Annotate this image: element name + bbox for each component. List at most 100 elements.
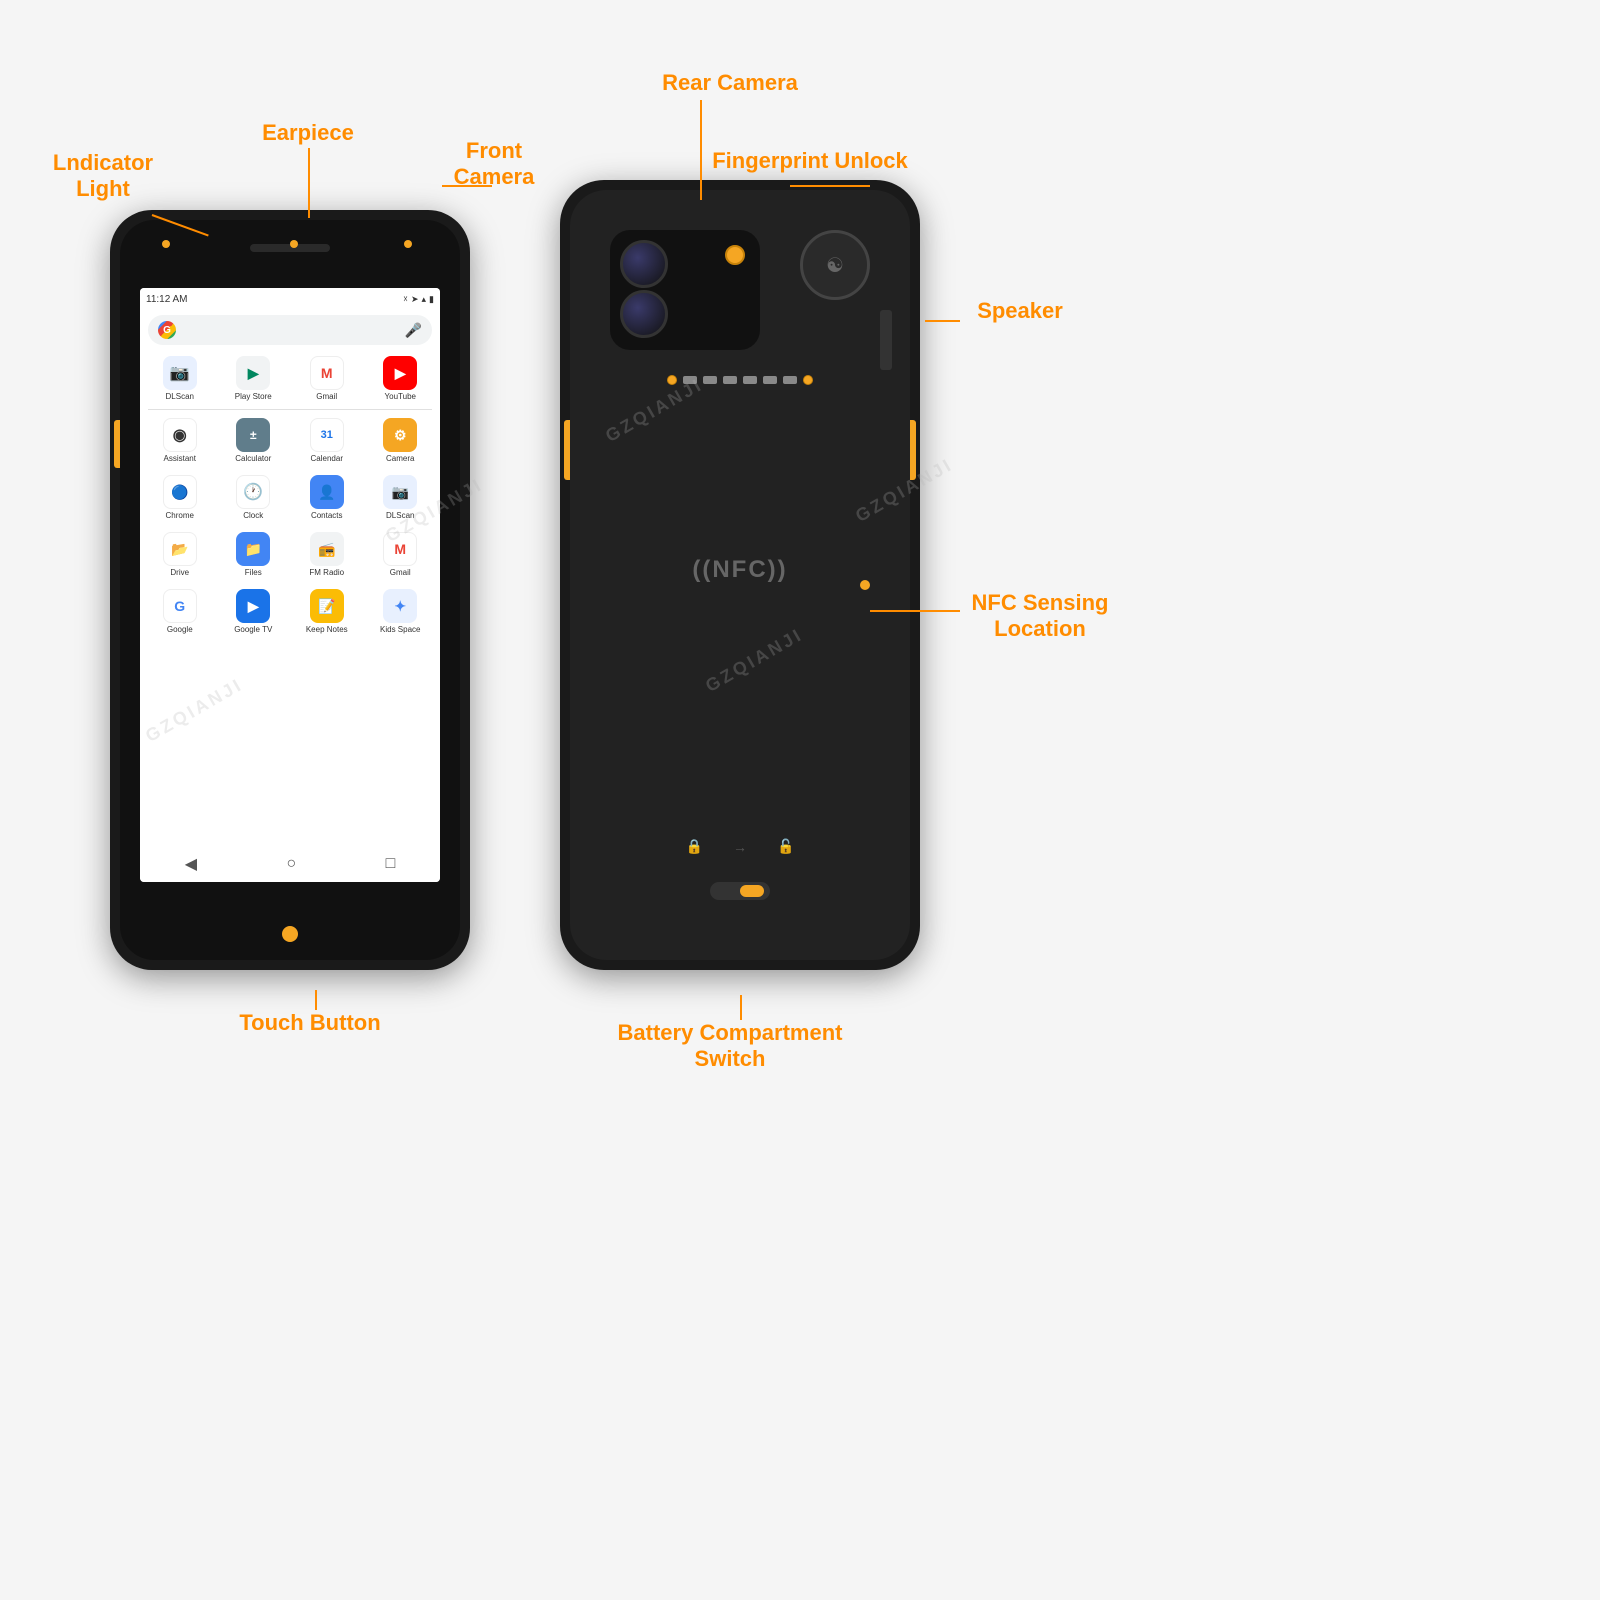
app-calendar[interactable]: 31 Calendar bbox=[291, 414, 363, 467]
speaker-grille bbox=[880, 310, 892, 370]
app-row-2: ◉ Assistant ± Calculator 31 Calendar bbox=[140, 412, 440, 469]
app-label: Google TV bbox=[234, 625, 272, 634]
app-camera[interactable]: ⚙ Camera bbox=[365, 414, 437, 467]
recents-button[interactable]: □ bbox=[386, 855, 396, 873]
label-indicator-light: Lndicator Light bbox=[38, 150, 168, 203]
search-bar[interactable]: G 🎤 bbox=[148, 315, 432, 345]
earpiece-line bbox=[308, 148, 310, 218]
app-calculator[interactable]: ± Calculator bbox=[218, 414, 290, 467]
divider-1 bbox=[148, 409, 432, 410]
app-row-4: 📂 Drive 📁 Files 📻 FM Radio bbox=[140, 526, 440, 583]
app-label: DLScan bbox=[166, 392, 194, 401]
app-google[interactable]: G Google bbox=[144, 585, 216, 638]
back-left-button[interactable] bbox=[564, 420, 570, 480]
camera-module bbox=[610, 230, 760, 350]
app-dlscan[interactable]: 📷 DLScan bbox=[144, 352, 216, 405]
rear-camera-lens-2 bbox=[620, 290, 668, 338]
app-label: Gmail bbox=[316, 392, 337, 401]
rear-camera-lens-1 bbox=[620, 240, 668, 288]
app-assistant[interactable]: ◉ Assistant bbox=[144, 414, 216, 467]
app-gmail[interactable]: M Gmail bbox=[291, 352, 363, 405]
back-button[interactable]: ◀ bbox=[185, 854, 197, 874]
lock-icons: 🔒 → 🔓 bbox=[686, 838, 795, 855]
app-label: Keep Notes bbox=[306, 625, 348, 634]
app-drive[interactable]: 📂 Drive bbox=[144, 528, 216, 581]
app-youtube[interactable]: ▶ YouTube bbox=[365, 352, 437, 405]
app-dlscan-2[interactable]: 📷 DLScan bbox=[365, 471, 437, 524]
power-button[interactable] bbox=[460, 420, 466, 490]
app-label: Assistant bbox=[164, 454, 196, 463]
app-label: Chrome bbox=[166, 511, 194, 520]
pin-4 bbox=[723, 376, 737, 384]
battery-compartment-switch[interactable] bbox=[710, 882, 770, 900]
nfc-symbol: ((NFC)) bbox=[692, 556, 787, 584]
label-earpiece: Earpiece bbox=[248, 120, 368, 146]
app-label: YouTube bbox=[385, 392, 416, 401]
app-label: Gmail bbox=[390, 568, 411, 577]
lock-icon: 🔒 bbox=[686, 838, 703, 855]
app-contacts[interactable]: 👤 Contacts bbox=[291, 471, 363, 524]
app-label: Calculator bbox=[235, 454, 271, 463]
pin-7 bbox=[783, 376, 797, 384]
label-rear-camera: Rear Camera bbox=[640, 70, 820, 96]
pin-3 bbox=[703, 376, 717, 384]
fingerprint-line bbox=[790, 185, 870, 187]
mic-icon: 🎤 bbox=[405, 322, 422, 339]
camera-dot-front bbox=[290, 240, 298, 248]
contact-pins bbox=[667, 375, 813, 385]
home-button[interactable]: ○ bbox=[286, 855, 296, 873]
label-nfc: NFC Sensing Location bbox=[960, 590, 1120, 643]
app-label: Calendar bbox=[311, 454, 343, 463]
pin-5 bbox=[743, 376, 757, 384]
app-row-3: 🔵 Chrome 🕐 Clock 👤 Contacts bbox=[140, 469, 440, 526]
app-label: Files bbox=[245, 568, 262, 577]
status-time: 11:12 AM bbox=[146, 294, 188, 305]
app-label: Google bbox=[167, 625, 193, 634]
app-label: Kids Space bbox=[380, 625, 420, 634]
label-speaker: Speaker bbox=[960, 298, 1080, 324]
touch-btn-line bbox=[315, 990, 317, 1010]
front-camera-line bbox=[442, 185, 492, 187]
battery-switch-line bbox=[740, 995, 742, 1020]
label-fingerprint: Fingerprint Unlock bbox=[700, 148, 920, 174]
app-gmail-2[interactable]: M Gmail bbox=[365, 528, 437, 581]
phone-front: 11:12 AM ☓ ➤ ▴ ▮ G 🎤 📷 bbox=[110, 210, 470, 970]
google-logo: G bbox=[158, 321, 176, 339]
app-label: Camera bbox=[386, 454, 414, 463]
nav-bar: ◀ ○ □ bbox=[140, 846, 440, 882]
nfc-area: ((NFC)) bbox=[670, 530, 810, 610]
pin-6 bbox=[763, 376, 777, 384]
app-label: FM Radio bbox=[309, 568, 344, 577]
sensor-dot bbox=[404, 240, 412, 248]
phone-back: ☯ ((NFC)) 🔒 → 🔓 bbox=[560, 180, 920, 970]
app-label: DLScan bbox=[386, 511, 414, 520]
pin-1 bbox=[667, 375, 677, 385]
back-right-button[interactable] bbox=[910, 420, 916, 480]
label-front-camera: Front Camera bbox=[434, 138, 554, 191]
fingerprint-sensor[interactable]: ☯ bbox=[800, 230, 870, 300]
app-kids-space[interactable]: ✦ Kids Space bbox=[365, 585, 437, 638]
app-files[interactable]: 📁 Files bbox=[218, 528, 290, 581]
speaker-line bbox=[925, 320, 960, 322]
app-chrome[interactable]: 🔵 Chrome bbox=[144, 471, 216, 524]
app-play-store[interactable]: ▶ Play Store bbox=[218, 352, 290, 405]
app-google-tv[interactable]: ▶ Google TV bbox=[218, 585, 290, 638]
touch-button[interactable] bbox=[282, 926, 298, 942]
arrow-icon: → bbox=[733, 839, 747, 855]
label-battery-switch: Battery Compartment Switch bbox=[600, 1020, 860, 1073]
lock-open-icon: 🔓 bbox=[777, 838, 794, 855]
app-keep-notes[interactable]: 📝 Keep Notes bbox=[291, 585, 363, 638]
phone-screen: 11:12 AM ☓ ➤ ▴ ▮ G 🎤 📷 bbox=[140, 288, 440, 882]
nfc-line bbox=[870, 610, 960, 612]
bluetooth-icon: ☓ bbox=[403, 294, 408, 305]
volume-button[interactable] bbox=[114, 420, 120, 468]
app-fm-radio[interactable]: 📻 FM Radio bbox=[291, 528, 363, 581]
flash-led bbox=[725, 245, 745, 265]
label-touch-button: Touch Button bbox=[220, 1010, 400, 1036]
app-label: Contacts bbox=[311, 511, 343, 520]
app-clock[interactable]: 🕐 Clock bbox=[218, 471, 290, 524]
pin-2 bbox=[683, 376, 697, 384]
nfc-indicator bbox=[860, 580, 870, 590]
battery-icon: ▮ bbox=[429, 294, 434, 305]
app-label: Clock bbox=[243, 511, 263, 520]
